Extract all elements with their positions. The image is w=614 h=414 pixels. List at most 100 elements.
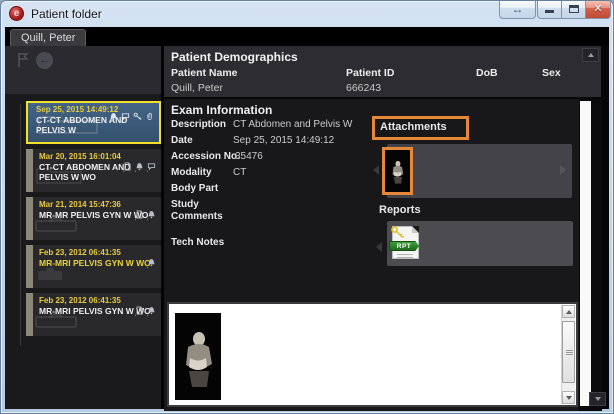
scroll-down-icon	[566, 396, 572, 400]
section-title: Patient Demographics	[171, 50, 298, 64]
annotation-box-attachment-thumbnail	[382, 147, 413, 195]
text-line	[397, 257, 413, 258]
page-fold-cut	[412, 226, 419, 233]
field-row-description: Description CT Abdomen and Pelvis W	[171, 119, 386, 135]
main-scroll-up-button[interactable]	[582, 48, 599, 62]
preview-figure-image	[175, 313, 221, 400]
timeline	[20, 104, 21, 346]
flag-icon	[16, 52, 34, 68]
field-row-date: Date Sep 25, 2015 14:49:12	[171, 135, 386, 151]
app-icon: e	[9, 6, 24, 21]
pin-window-button[interactable]: ↔	[499, 0, 536, 19]
exam-status-icons	[123, 162, 156, 189]
field-label: Accession No.	[171, 151, 233, 167]
main-panel: Patient Demographics Patient Name Patien…	[164, 46, 609, 409]
scroll-up-button[interactable]	[562, 305, 575, 318]
field-row-accession: Accession No. 35476	[171, 151, 386, 167]
exam-fields: Description CT Abdomen and Pelvis W Date…	[171, 119, 386, 253]
window-body: Quill, Peter ←	[5, 27, 609, 409]
attachments-prev-icon[interactable]	[373, 165, 379, 175]
patient-demographics-section: Patient Demographics Patient Name Patien…	[164, 46, 601, 97]
speech-icon	[121, 112, 130, 139]
column-header-patient-id: Patient ID	[346, 67, 394, 79]
preview-scrollbar[interactable]	[561, 305, 575, 404]
column-header-patient-name: Patient Name	[171, 67, 238, 79]
report-document-icon[interactable]: RPT	[392, 226, 419, 259]
folder-watermark-icon	[34, 165, 84, 190]
flag-button[interactable]	[16, 52, 34, 70]
grip-icon	[566, 350, 573, 355]
exam-list-item[interactable]: Mar 20, 2015 16:01:04 CT-CT ABDOMEN AND …	[26, 149, 161, 192]
field-label: Modality	[171, 167, 233, 183]
field-value: CT	[233, 167, 386, 183]
back-icon: ←	[36, 52, 53, 69]
exam-date: Mar 21, 2014 15:47:36	[39, 200, 157, 209]
exam-date: Feb 23, 2012 06:41:35	[39, 296, 157, 305]
reports-prev-icon[interactable]	[376, 242, 382, 252]
bell-icon	[135, 162, 144, 189]
paperclip-icon	[145, 112, 154, 139]
attachment-thumbnail[interactable]	[385, 150, 410, 192]
document-icon	[123, 162, 132, 189]
field-label: Study Comments	[171, 199, 233, 237]
exam-list-item[interactable]: Feb 23, 2012 06:41:35 MR-MRI PELVIS GYN …	[26, 293, 161, 336]
reports-panel: RPT	[387, 221, 573, 266]
scroll-thumb[interactable]	[562, 321, 575, 383]
attachments-panel	[387, 144, 572, 198]
briefcase-watermark-icon	[34, 311, 78, 334]
briefcase-watermark-icon	[34, 215, 78, 238]
reports-title: Reports	[379, 204, 421, 216]
exam-status-icons	[109, 112, 154, 139]
text-line	[397, 254, 413, 255]
minimize-button[interactable]	[537, 0, 562, 19]
exam-list-item[interactable]: Mar 21, 2014 15:47:36 MR-MR PELVIS GYN W…	[26, 197, 161, 240]
exam-list-sidebar: ← Sep 25, 2015 14:49:12 CT-CT ABDOMEN AN…	[5, 46, 161, 409]
exam-list-item[interactable]: Sep 25, 2015 14:49:12 CT-CT ABDOMEN AND …	[26, 101, 161, 144]
scroll-down-button[interactable]	[562, 391, 575, 404]
attachment-preview-panel	[167, 302, 578, 407]
column-header-dob: DoB	[476, 67, 498, 79]
exam-list-item[interactable]: Feb 23, 2012 06:41:35 MR-MRI PELVIS GYN …	[26, 245, 161, 288]
scroll-up-icon	[588, 53, 594, 57]
tab-patient[interactable]: Quill, Peter	[10, 29, 86, 46]
field-value: CT Abdomen and Pelvis W	[233, 119, 386, 135]
field-label: Tech Notes	[171, 237, 233, 253]
field-row-body-part: Body Part	[171, 183, 386, 199]
bell-icon	[147, 306, 156, 333]
back-button[interactable]: ←	[36, 52, 54, 70]
field-label: Description	[171, 119, 233, 135]
scroll-up-icon	[566, 310, 572, 314]
field-row-modality: Modality CT	[171, 167, 386, 183]
field-value: Sep 25, 2015 14:49:12	[233, 135, 386, 151]
attachments-title: Attachments	[375, 119, 466, 136]
title-bar: e Patient folder ↔ ✕	[1, 1, 613, 27]
exam-status-icons	[147, 258, 156, 285]
field-row-tech-notes: Tech Notes	[171, 237, 386, 253]
main-scrollbar-thumb[interactable]	[580, 101, 591, 406]
bell-icon	[147, 210, 156, 237]
exam-status-icons	[135, 306, 156, 333]
exam-list: Sep 25, 2015 14:49:12 CT-CT ABDOMEN AND …	[26, 101, 161, 341]
content-area: ← Sep 25, 2015 14:49:12 CT-CT ABDOMEN AN…	[5, 46, 609, 409]
field-value	[233, 237, 386, 253]
field-label: Date	[171, 135, 233, 151]
main-scroll-down-button[interactable]	[589, 392, 606, 406]
window-title: Patient folder	[31, 7, 102, 21]
preview-thumbnail[interactable]	[175, 313, 221, 400]
close-button[interactable]: ✕	[585, 0, 611, 19]
maximize-icon	[569, 5, 579, 13]
maximize-button[interactable]	[561, 0, 586, 19]
scroll-down-icon	[595, 397, 601, 401]
exam-status-icons	[135, 210, 156, 237]
sidebar-toolbar: ←	[5, 46, 161, 94]
briefcase-watermark-icon	[34, 265, 74, 286]
field-value	[233, 183, 386, 199]
field-row-study-comments: Study Comments	[171, 199, 386, 237]
folder-watermark-icon	[36, 113, 100, 140]
key-icon	[133, 112, 142, 139]
tab-bar: Quill, Peter	[5, 27, 609, 46]
attachments-next-icon[interactable]	[560, 165, 566, 175]
column-header-sex: Sex	[542, 67, 561, 79]
exam-date: Feb 23, 2012 06:41:35	[39, 248, 157, 257]
field-value: 35476	[233, 151, 386, 167]
